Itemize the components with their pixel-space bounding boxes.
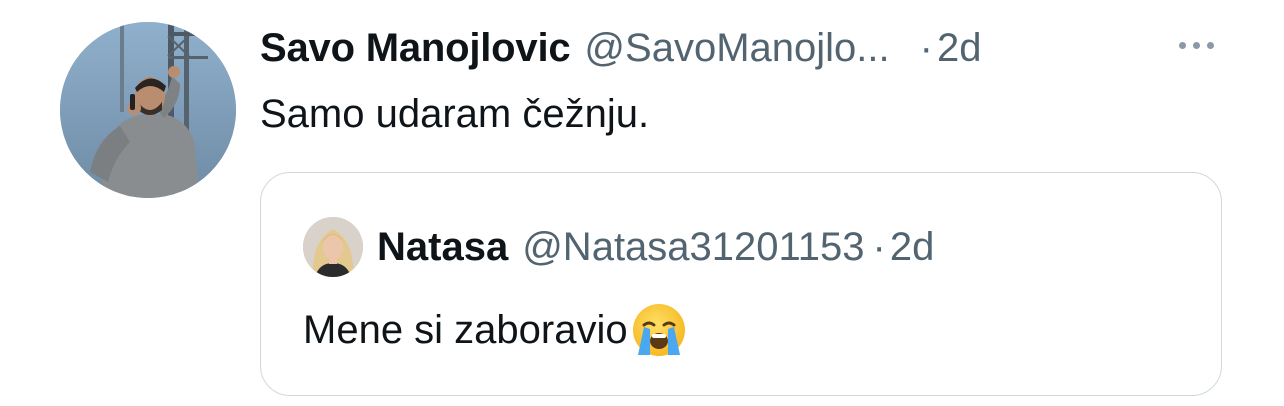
avatar-photo-icon <box>303 217 363 277</box>
quoted-author-name[interactable]: Natasa <box>377 225 508 270</box>
separator-dot: · <box>919 25 933 70</box>
quoted-author-handle[interactable]: @Natasa31201153 <box>522 225 864 270</box>
quoted-tweet-text-row: Mene si zaboravio <box>303 301 688 359</box>
author-avatar[interactable] <box>60 22 236 198</box>
tweet-header: Savo Manojlovic @SavoManojlo... · 2d <box>260 20 1244 76</box>
tweet[interactable]: Savo Manojlovic @SavoManojlo... · 2d Sam… <box>0 0 1284 406</box>
quoted-tweet-text: Mene si zaboravio <box>303 307 628 352</box>
quoted-tweet-card[interactable]: Natasa @Natasa31201153 · 2d Mene si zabo… <box>260 172 1222 396</box>
author-handle[interactable]: @SavoManojlo... <box>584 26 889 71</box>
tweet-timestamp[interactable]: 2d <box>937 26 982 71</box>
avatar-photo-icon <box>60 22 236 198</box>
tweet-text: Samo udaram čežnju. <box>260 92 650 136</box>
more-options-icon[interactable] <box>1179 30 1214 60</box>
loudly-crying-face-icon <box>630 301 688 359</box>
quoted-author-avatar[interactable] <box>303 217 363 277</box>
quoted-tweet-timestamp[interactable]: 2d <box>890 225 935 270</box>
author-name[interactable]: Savo Manojlovic <box>260 26 571 71</box>
separator-dot: · <box>872 224 886 269</box>
quoted-tweet-header: Natasa @Natasa31201153 · 2d <box>377 219 934 275</box>
